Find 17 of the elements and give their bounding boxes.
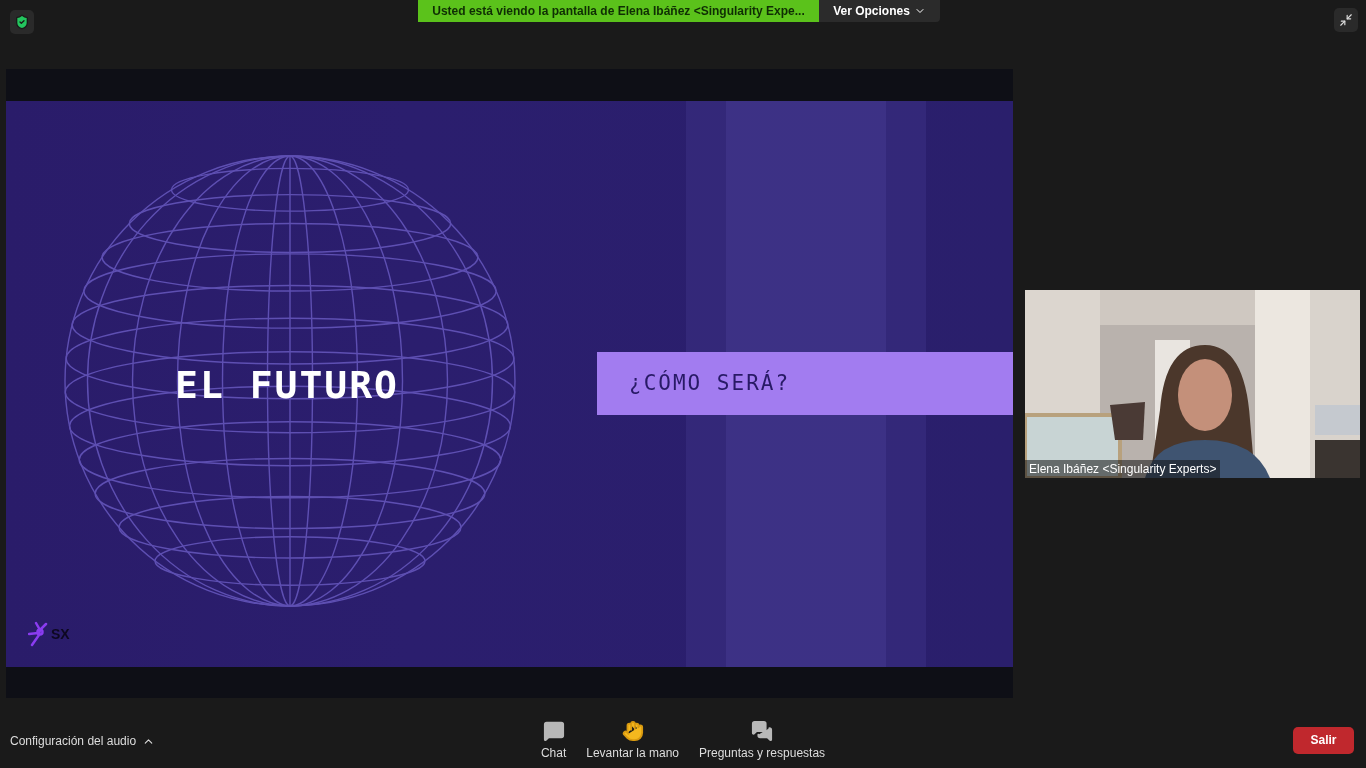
- screen-share-banner: Usted está viendo la pantalla de Elena Ibáñez <Singularity Expe...: [418, 0, 819, 22]
- toolbar-button[interactable]: Chat: [534, 720, 573, 760]
- view-options-button[interactable]: Ver Opciones: [819, 0, 940, 22]
- toolbar-button[interactable]: Levantar la mano: [580, 720, 685, 760]
- chat-icon: [542, 720, 565, 742]
- leave-button[interactable]: Salir: [1293, 726, 1354, 754]
- logo-text: SX: [51, 625, 70, 642]
- slide-title: EL FUTURO: [175, 362, 399, 407]
- exit-fullscreen-icon[interactable]: [1334, 8, 1358, 32]
- security-shield-icon[interactable]: [10, 10, 34, 34]
- slide-subtitle: ¿CÓMO SERÁ?: [597, 351, 1013, 415]
- chat-bubbles-icon: [751, 720, 774, 742]
- logo-icon: [28, 620, 50, 647]
- audio-settings-button[interactable]: Configuración del audio: [10, 734, 156, 748]
- hand-icon: [621, 720, 644, 742]
- participant-name: Elena Ibáñez <Singularity Experts>: [1025, 459, 1221, 478]
- toolbar-button[interactable]: Preguntas y respuestas: [693, 720, 832, 760]
